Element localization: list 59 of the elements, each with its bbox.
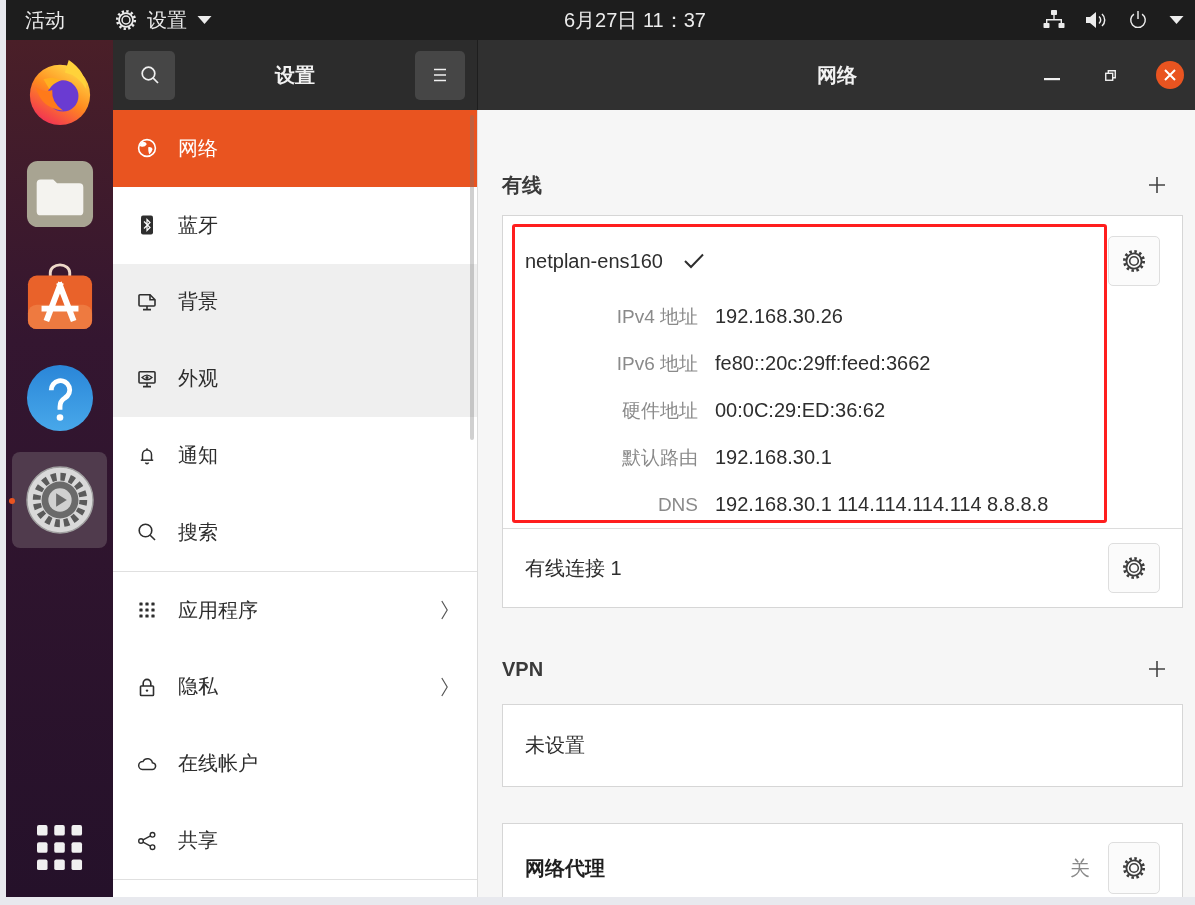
- window-title: 网络: [816, 62, 857, 88]
- question-mark-icon: [25, 364, 94, 432]
- close-icon[interactable]: [1156, 61, 1184, 89]
- monitor-eye-icon: [137, 368, 157, 389]
- search-button[interactable]: [125, 50, 175, 100]
- detail-label: 默认路由: [621, 445, 698, 470]
- minimize-icon[interactable]: [1044, 77, 1060, 81]
- sidebar-item[interactable]: 网络: [113, 110, 477, 187]
- caret-down-icon[interactable]: [1169, 16, 1184, 24]
- network-icon[interactable]: [1043, 10, 1065, 30]
- proxy-title: 网络代理: [525, 855, 605, 881]
- lock-icon: [137, 676, 157, 697]
- gear-icon: [25, 466, 94, 534]
- sidebar-item[interactable]: 背景: [113, 263, 477, 341]
- volume-icon[interactable]: [1085, 10, 1107, 30]
- gear-icon: [1122, 856, 1146, 880]
- search-icon: [137, 522, 157, 543]
- plus-icon[interactable]: [1149, 177, 1165, 193]
- proxy-status: 关: [1070, 855, 1090, 881]
- settings-button[interactable]: [1108, 543, 1160, 593]
- detail-value: 192.168.30.1: [715, 446, 833, 469]
- globe-icon: [137, 138, 157, 159]
- empty-state-text: 未设置: [525, 733, 585, 758]
- plus-icon[interactable]: [1149, 661, 1165, 677]
- detail-value: 00:0C:29:ED:36:62: [715, 399, 887, 422]
- connection-name: 有线连接 1: [525, 555, 622, 581]
- folder-icon: [25, 160, 94, 228]
- dots-grid-icon: [137, 600, 157, 621]
- detail-label: IPv4 地址: [615, 304, 698, 329]
- search-icon: [140, 65, 160, 85]
- menu-button[interactable]: [415, 50, 465, 100]
- clock[interactable]: 6月27日 11：37: [564, 6, 706, 34]
- detail-value: 192.168.30.26: [715, 305, 844, 328]
- connection-name: netplan-ens160: [525, 249, 663, 273]
- app-grid-icon: [36, 825, 83, 871]
- shopping-bag-icon: [25, 262, 94, 330]
- gear-icon: [1122, 556, 1146, 580]
- detail-label: IPv6 地址: [615, 351, 698, 376]
- monitor-icon: [137, 292, 157, 312]
- gear-icon: [1122, 249, 1146, 273]
- settings-button[interactable]: [1108, 236, 1160, 286]
- gear-icon: [115, 9, 137, 31]
- caret-down-icon: [197, 16, 212, 24]
- scrollbar-thumb[interactable]: [470, 115, 474, 440]
- power-icon[interactable]: [1127, 10, 1149, 30]
- app-menu-button[interactable]: 设置: [115, 6, 212, 34]
- sidebar-title: 设置: [275, 62, 315, 88]
- settings-button[interactable]: [1108, 842, 1160, 894]
- dock-item[interactable]: [12, 452, 107, 548]
- section-title: VPN: [502, 657, 544, 681]
- detail-value: 192.168.30.1 114.114.114.114 8.8.8.8: [715, 493, 1050, 516]
- section-title: 有线: [502, 172, 542, 198]
- detail-label: DNS: [656, 493, 698, 516]
- restore-icon[interactable]: [1105, 69, 1116, 81]
- sidebar-item[interactable]: 外观: [113, 340, 477, 418]
- share-icon: [137, 830, 157, 851]
- activities-button[interactable]: 活动: [25, 6, 65, 34]
- detail-label: 硬件地址: [621, 398, 698, 423]
- detail-value: fe80::20c:29ff:feed:3662: [715, 352, 932, 375]
